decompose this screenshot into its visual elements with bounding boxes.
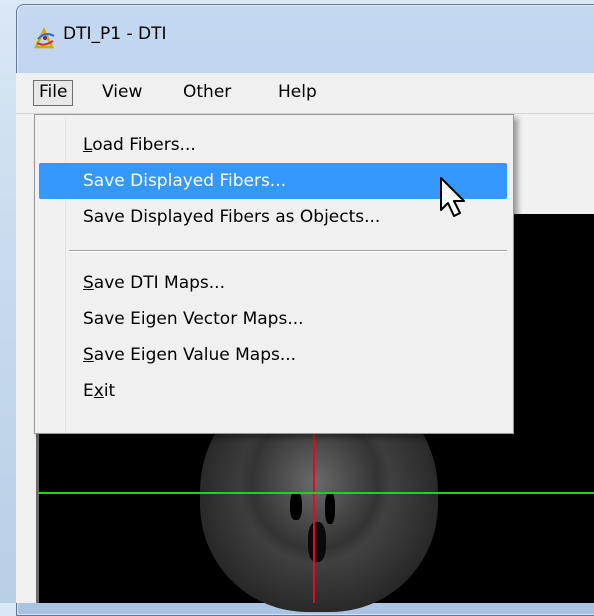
menu-item-exit[interactable]: Exit [83,373,115,409]
crosshair-horizontal[interactable] [38,492,594,494]
menu-item-save-eigen-value-maps[interactable]: Save Eigen Value Maps... [83,337,296,373]
menu-item-save-displayed-fibers[interactable]: Save Displayed Fibers... [83,163,286,199]
menu-item-save-displayed-fibers-as-objects[interactable]: Save Displayed Fibers as Objects... [83,199,380,235]
menu-bar: File View Other Help [16,73,594,114]
menu-item-save-dti-maps[interactable]: Save DTI Maps... [83,265,225,301]
file-menu-dropdown: Load Fibers... Save Displayed Fibers... … [34,114,514,434]
menu-separator [69,250,507,252]
dti-app-icon [34,27,55,49]
menu-item-save-eigen-vector-maps[interactable]: Save Eigen Vector Maps... [83,301,304,337]
menu-view[interactable]: View [97,80,147,104]
title-bar[interactable]: DTI_P1 - DTI [17,5,594,59]
menu-item-load-fibers[interactable]: Load Fibers... [83,127,196,163]
menu-file[interactable]: File [33,80,74,106]
window-title: DTI_P1 - DTI [63,24,167,44]
mouse-pointer-icon [440,177,465,217]
menu-help[interactable]: Help [273,80,322,104]
menu-other[interactable]: Other [178,80,236,104]
